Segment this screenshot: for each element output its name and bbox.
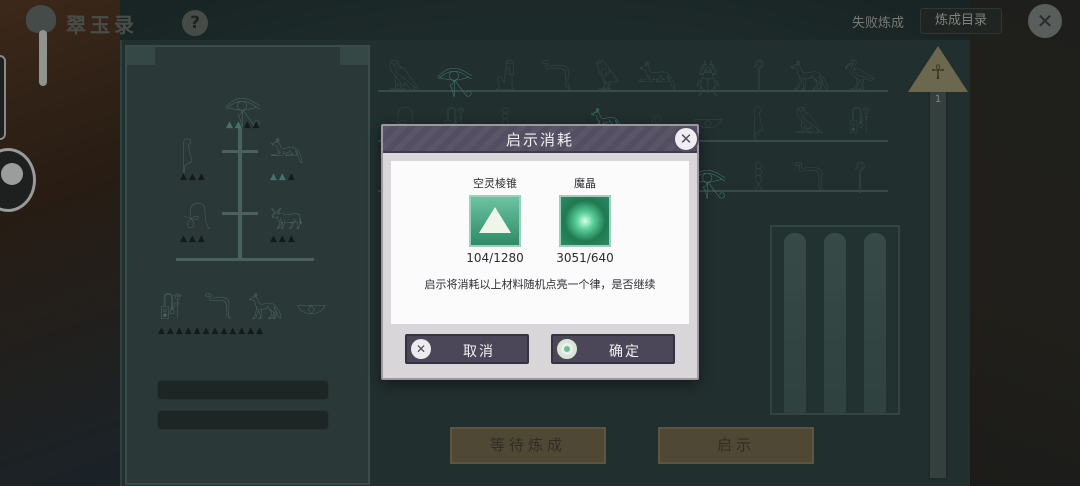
dialog-title: 启示消耗 xyxy=(505,131,574,149)
pyramid-crystal-icon[interactable] xyxy=(469,195,521,247)
material-name: 魔晶 xyxy=(574,177,596,190)
confirm-label: 确定 xyxy=(609,344,641,360)
revelation-cost-dialog: 启示消耗 ✕ 空灵棱锥 104/1280 魔晶 3051/640 启示将消耗以上… xyxy=(381,124,699,380)
dialog-header: 启示消耗 xyxy=(383,126,697,153)
dialog-body: 空灵棱锥 104/1280 魔晶 3051/640 启示将消耗以上材料随机点亮一… xyxy=(391,161,689,324)
cancel-label: 取消 xyxy=(463,344,495,360)
magic-crystal-icon[interactable] xyxy=(559,195,611,247)
material-count: 3051/640 xyxy=(556,251,614,265)
close-icon[interactable]: ✕ xyxy=(673,126,699,152)
material-item: 空灵棱锥 104/1280 xyxy=(457,175,533,265)
dialog-description: 启示将消耗以上材料随机点亮一个律，是否继续 xyxy=(424,278,656,291)
material-name: 空灵棱锥 xyxy=(473,177,517,190)
confirm-button[interactable]: 确定 xyxy=(551,334,675,364)
close-icon: ✕ xyxy=(411,339,431,359)
material-count: 104/1280 xyxy=(466,251,524,265)
material-item: 魔晶 3051/640 xyxy=(547,175,623,265)
circle-check-icon xyxy=(557,339,577,359)
cancel-button[interactable]: ✕ 取消 xyxy=(405,334,529,364)
